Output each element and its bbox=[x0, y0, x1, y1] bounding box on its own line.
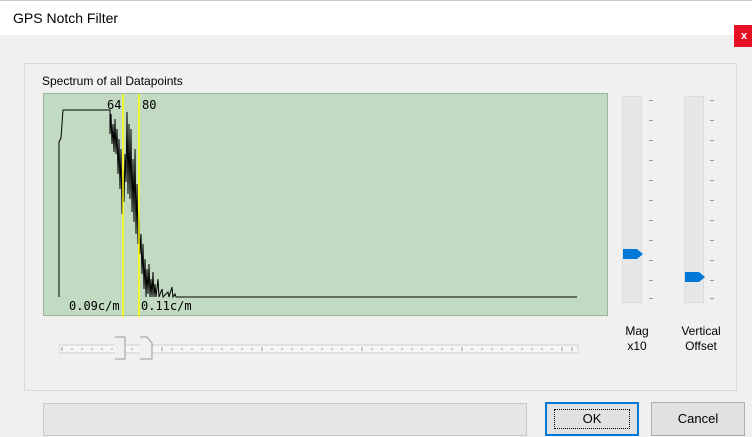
title-bar: GPS Notch Filter bbox=[0, 1, 752, 35]
offset-slider-ticks bbox=[710, 96, 715, 303]
mag-slider-label: Mag x10 bbox=[625, 324, 649, 353]
marker-right-freq: 0.11c/m bbox=[141, 299, 192, 313]
ok-button[interactable]: OK bbox=[545, 402, 639, 436]
marker-left-index: 64 bbox=[107, 98, 122, 112]
spectrum-plot[interactable]: 64 80 0.09c/m 0.11c/m bbox=[43, 93, 608, 317]
spectrum-svg bbox=[58, 94, 577, 317]
close-button[interactable]: x bbox=[734, 25, 752, 47]
marker-left-freq: 0.09c/m bbox=[69, 299, 120, 313]
window-title: GPS Notch Filter bbox=[13, 10, 119, 26]
mag-slider-ticks bbox=[649, 96, 654, 303]
notch-slider[interactable] bbox=[59, 335, 579, 361]
spectrum-trace bbox=[58, 109, 577, 299]
status-field bbox=[43, 403, 527, 436]
offset-slider-thumb[interactable] bbox=[684, 271, 706, 283]
offset-slider-label: Vertical Offset bbox=[681, 324, 721, 353]
notch-slider-thumb-right bbox=[140, 336, 153, 360]
cancel-button[interactable]: Cancel bbox=[651, 402, 745, 436]
notch-slider-thumb-left bbox=[115, 336, 126, 360]
mag-slider-track[interactable] bbox=[622, 96, 642, 303]
spectrum-label: Spectrum of all Datapoints bbox=[42, 74, 183, 88]
mag-slider-thumb[interactable] bbox=[622, 248, 644, 260]
dialog-window: GPS Notch Filter x Spectrum of all Datap… bbox=[0, 0, 752, 437]
marker-right-index: 80 bbox=[142, 98, 157, 112]
